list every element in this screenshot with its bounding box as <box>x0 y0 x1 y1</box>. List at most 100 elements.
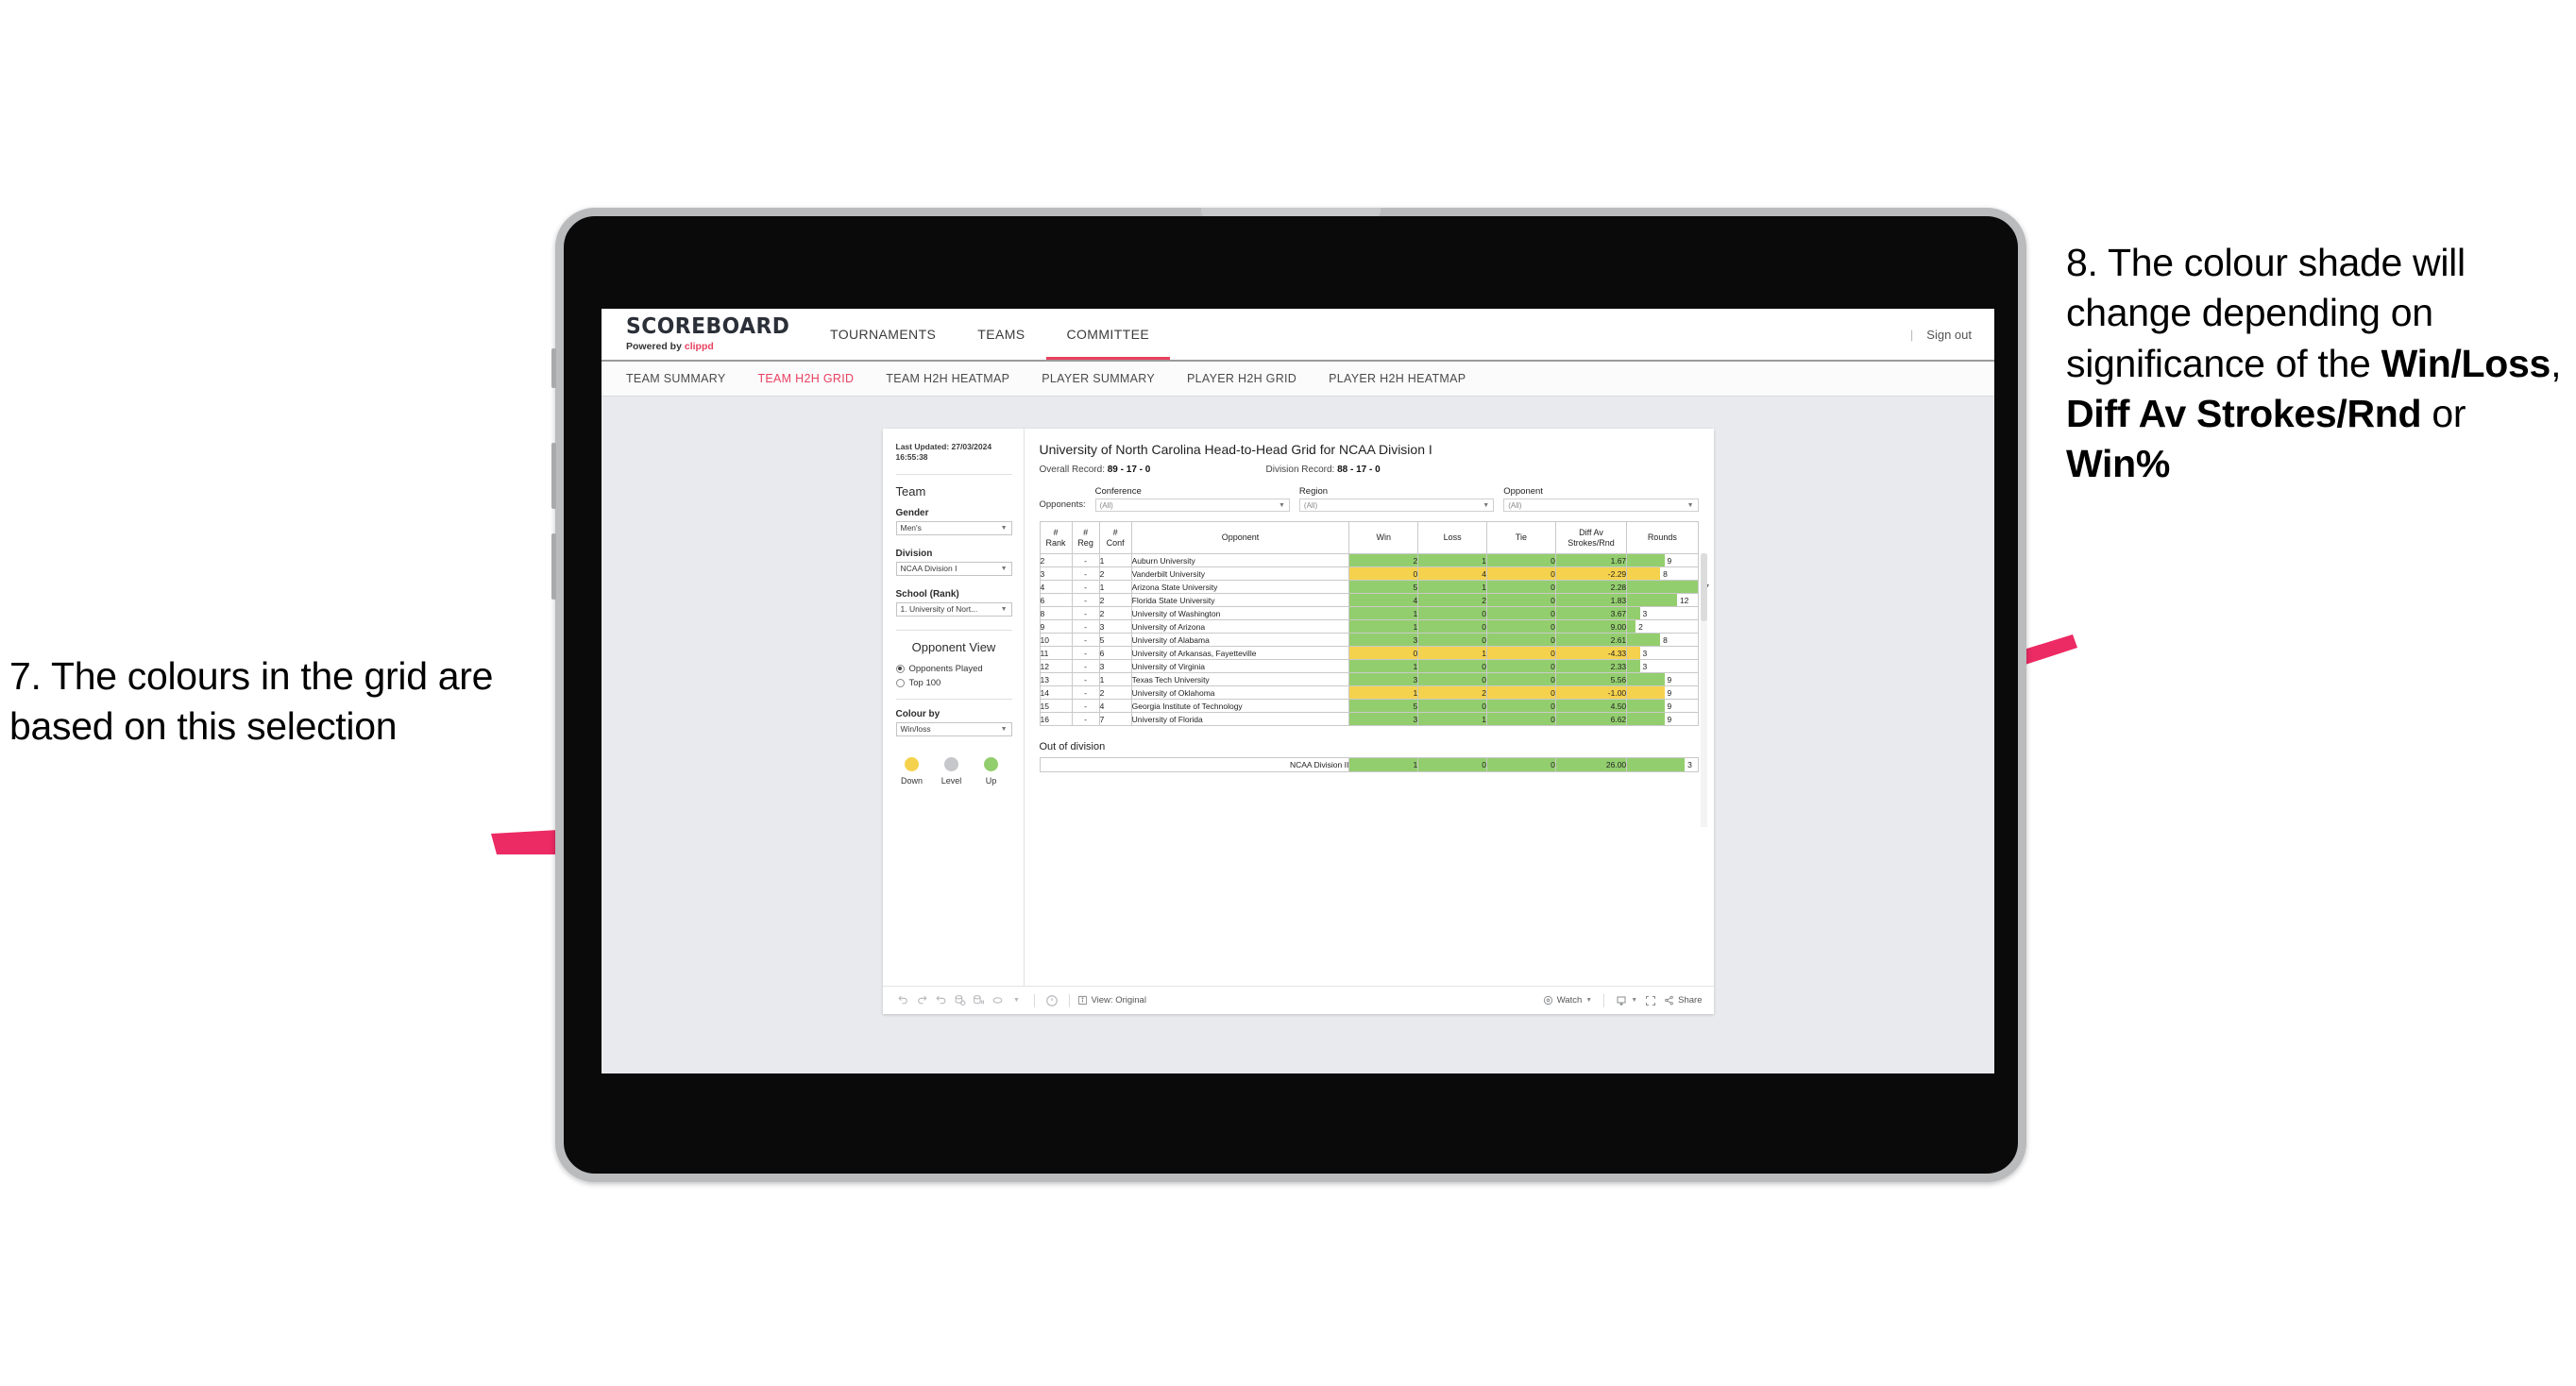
revert-icon[interactable] <box>932 991 951 1010</box>
nav-item-tournaments[interactable]: TOURNAMENTS <box>809 309 957 360</box>
table-row[interactable]: 3-2 Vanderbilt University 0 4 0 -2.29 8 <box>1039 566 1699 581</box>
table-row[interactable]: 10-5 University of Alabama 3 0 0 2.61 8 <box>1039 633 1699 647</box>
watch-button[interactable]: Watch ▼ <box>1543 995 1592 1006</box>
out-of-division-body: NCAA Division II 1 0 0 26.00 3 <box>1039 757 1699 772</box>
cell-rank: 11 <box>1039 646 1073 660</box>
table-vertical-scrollbar[interactable] <box>1700 553 1707 827</box>
table-row[interactable]: 16-7 University of Florida 3 1 0 6.62 9 <box>1039 712 1699 726</box>
table-row[interactable]: 2-1 Auburn University 2 1 0 1.67 9 <box>1039 553 1699 567</box>
col-header-loss[interactable]: Loss <box>1417 521 1488 554</box>
divider-3 <box>895 698 1012 700</box>
cell-loss: 2 <box>1417 685 1488 700</box>
conference-label: Conference <box>1094 486 1142 497</box>
undo-icon[interactable] <box>894 991 913 1010</box>
colour-by-select[interactable]: Win/loss ▼ <box>895 721 1012 736</box>
share-button[interactable]: Share <box>1664 995 1703 1006</box>
col-header-reg[interactable]: # Reg <box>1071 521 1100 554</box>
radio-opponents-played[interactable]: Opponents Played <box>895 664 1012 674</box>
cell-rounds: 8 <box>1626 566 1699 581</box>
rounds-value: 8 <box>1663 568 1668 579</box>
cell-win: 1 <box>1348 659 1419 673</box>
chevron-down-icon: ▼ <box>1000 725 1008 733</box>
cell-loss: 1 <box>1417 553 1488 567</box>
table-row[interactable]: 13-1 Texas Tech University 3 0 0 5.56 9 <box>1039 672 1699 686</box>
legend-dot-up-icon <box>984 756 998 771</box>
logo-wordmark: SCOREBOARD <box>626 314 790 339</box>
app-logo[interactable]: SCOREBOARD Powered by clippd <box>626 314 790 353</box>
radio-icon-selected <box>895 664 905 673</box>
cell-ood-tie: 0 <box>1486 757 1556 772</box>
annotation-right-bold2: Diff Av Strokes/Rnd <box>2066 391 2422 435</box>
table-row[interactable]: 14-2 University of Oklahoma 1 2 0 -1.00 9 <box>1039 685 1699 700</box>
col-header-conf[interactable]: # Conf <box>1098 521 1132 554</box>
scrollbar-thumb[interactable] <box>1700 553 1707 621</box>
fullscreen-icon[interactable] <box>1641 991 1660 1010</box>
subnav-item-player-summary[interactable]: PLAYER SUMMARY <box>1042 372 1155 385</box>
cell-rank: 4 <box>1039 580 1073 594</box>
region-select-value: (All) <box>1303 500 1318 510</box>
col-header-win[interactable]: Win <box>1348 521 1419 554</box>
redo-icon[interactable] <box>913 991 932 1010</box>
divider-2 <box>895 629 1012 631</box>
nav-item-teams[interactable]: TEAMS <box>957 309 1045 360</box>
download-button[interactable]: ▼ <box>1616 995 1637 1006</box>
cell-conf: 2 <box>1098 685 1132 700</box>
cell-rounds: 2 <box>1626 619 1699 634</box>
cell-reg: - <box>1071 646 1100 660</box>
table-row[interactable]: 11-6 University of Arkansas, Fayetteville… <box>1039 646 1699 660</box>
rounds-bar <box>1627 634 1661 646</box>
subnav-item-team-h2h-heatmap[interactable]: TEAM H2H HEATMAP <box>886 372 1009 385</box>
opponent-select[interactable]: (All) ▼ <box>1503 499 1699 512</box>
table-row[interactable]: 12-3 University of Virginia 1 0 0 2.33 3 <box>1039 659 1699 673</box>
table-row[interactable]: 15-4 Georgia Institute of Technology 5 0 0 4.… <box>1039 699 1699 713</box>
subnav-item-team-h2h-grid[interactable]: TEAM H2H GRID <box>757 372 854 385</box>
cell-opponent: University of Washington <box>1130 606 1350 620</box>
tablet-button-volume-up[interactable] <box>551 443 556 509</box>
subnav-item-team-summary[interactable]: TEAM SUMMARY <box>626 372 725 385</box>
overall-record: Overall Record: 89 - 17 - 0 <box>1040 465 1266 475</box>
division-select[interactable]: NCAA Division I ▼ <box>895 561 1012 576</box>
col-header-tie[interactable]: Tie <box>1486 521 1556 554</box>
cell-tie: 0 <box>1486 553 1556 567</box>
col-header-rounds[interactable]: Rounds <box>1626 521 1699 554</box>
cell-conf: 1 <box>1098 672 1132 686</box>
signout-link[interactable]: Sign out <box>1926 328 1972 342</box>
records-row: Overall Record: 89 - 17 - 0 Division Rec… <box>1040 465 1699 475</box>
cell-rounds: 9 <box>1626 553 1699 567</box>
refresh-data-icon[interactable] <box>951 991 970 1010</box>
rounds-value: 8 <box>1663 634 1668 645</box>
table-row[interactable]: 4-1Arizona State University5102.2817 <box>1039 580 1709 594</box>
col-header-opponent[interactable]: Opponent <box>1130 521 1350 554</box>
school-select[interactable]: 1. University of Nort... ▼ <box>895 601 1012 617</box>
col-header-diff[interactable]: Diff Av Strokes/Rnd <box>1554 521 1628 554</box>
tablet-button-power[interactable] <box>551 348 556 388</box>
conference-select[interactable]: (All) ▼ <box>1094 499 1290 512</box>
viz-toolbar: ▼ View: Original Watch ▼ ▼ Share <box>882 986 1714 1014</box>
out-of-division-row[interactable]: NCAA Division II 1 0 0 26.00 3 <box>1039 757 1699 772</box>
table-row[interactable]: 8-2 University of Washington 1 0 0 3.67 3 <box>1039 606 1699 620</box>
view-original-button[interactable]: View: Original <box>1077 995 1146 1006</box>
nav-item-committee[interactable]: COMMITTEE <box>1045 309 1171 360</box>
pause-updates-icon[interactable] <box>970 991 989 1010</box>
gender-select[interactable]: Men's ▼ <box>895 520 1012 535</box>
tablet-button-volume-down[interactable] <box>551 533 556 600</box>
cell-rank: 16 <box>1039 712 1073 726</box>
chevron-down-icon[interactable]: ▼ <box>1008 991 1026 1010</box>
cell-rounds: 9 <box>1626 699 1699 713</box>
col-header-rank[interactable]: # Rank <box>1039 521 1073 554</box>
cell-conf: 2 <box>1098 593 1132 607</box>
table-row[interactable]: 6-2 Florida State University 4 2 0 1.83 12 <box>1039 593 1699 607</box>
redo-loop-icon[interactable] <box>989 991 1008 1010</box>
subnav-item-player-h2h-grid[interactable]: PLAYER H2H GRID <box>1187 372 1296 385</box>
subnav-item-player-h2h-heatmap[interactable]: PLAYER H2H HEATMAP <box>1329 372 1466 385</box>
pause-auto-update-icon[interactable] <box>1042 991 1061 1010</box>
cell-tie: 0 <box>1486 593 1556 607</box>
out-of-division-table: NCAA Division II 1 0 0 26.00 3 <box>1039 757 1699 772</box>
annotation-right-part3: or <box>2421 391 2466 435</box>
cell-rounds: 9 <box>1626 712 1699 726</box>
rounds-value: 9 <box>1667 687 1672 698</box>
table-row[interactable]: 9-3 University of Arizona 1 0 0 9.00 2 <box>1039 619 1699 634</box>
region-select[interactable]: (All) ▼ <box>1298 499 1495 512</box>
cell-diff: 1.83 <box>1554 593 1628 607</box>
radio-top-100[interactable]: Top 100 <box>895 678 1012 688</box>
